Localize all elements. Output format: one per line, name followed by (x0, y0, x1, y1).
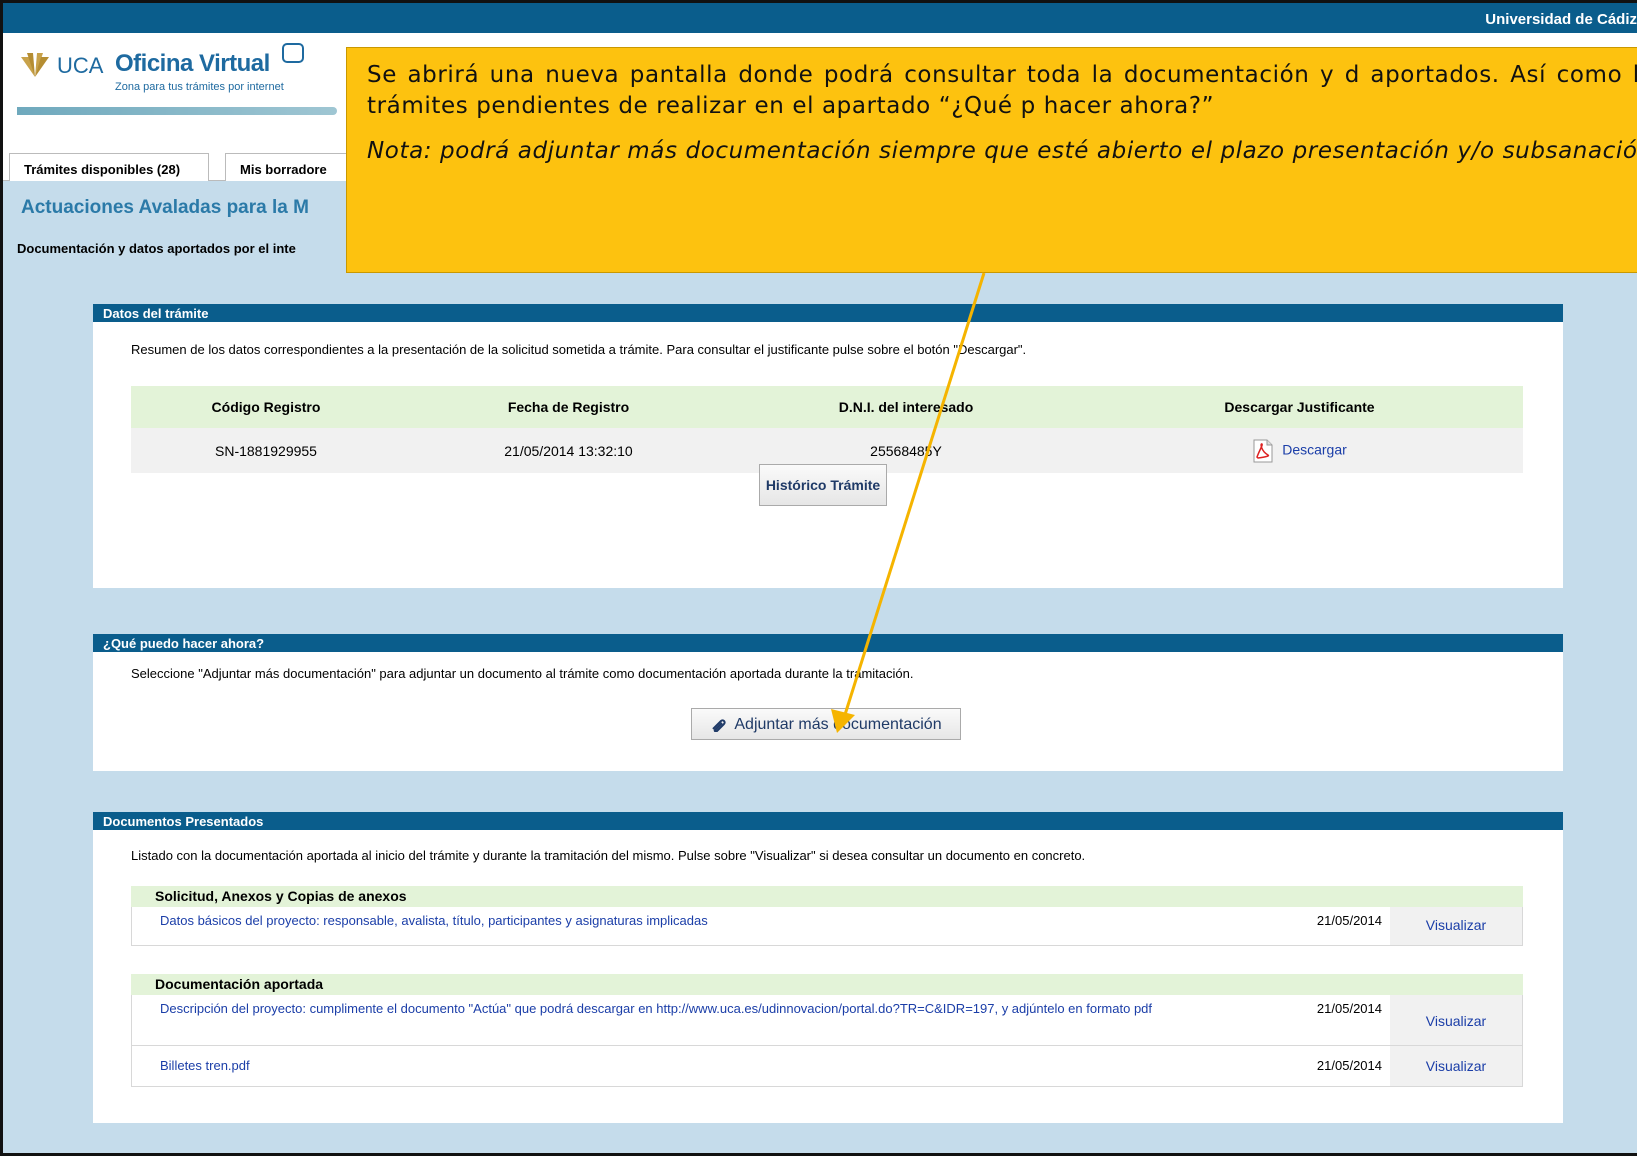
datos-tramite-panel: Datos del trámite Resumen de los datos c… (93, 304, 1563, 588)
descargar-link[interactable]: Descargar (1282, 441, 1347, 457)
doc-date: 21/05/2014 (1316, 1001, 1382, 1016)
chat-bubble-icon (282, 43, 304, 63)
logo-swoosh (17, 107, 337, 115)
visualizar-link[interactable]: Visualizar (1390, 995, 1522, 1045)
callout-text: Se abrirá una nueva pantalla donde podrá… (367, 62, 1637, 119)
doc-date: 21/05/2014 (1316, 913, 1382, 928)
que-hacer-panel: ¿Qué puedo hacer ahora? Seleccione "Adju… (93, 634, 1563, 771)
tutorial-callout: Se abrirá una nueva pantalla donde podrá… (346, 47, 1637, 273)
page-subtitle: Documentación y datos aportados por el i… (17, 241, 296, 256)
doc-name-link[interactable]: Billetes tren.pdf (132, 1046, 1232, 1079)
doc-name-link[interactable]: Descripción del proyecto: cumplimente el… (132, 995, 1232, 1022)
col-descargar: Descargar Justificante (1076, 386, 1523, 428)
page-title: Actuaciones Avaladas para la M (21, 197, 309, 218)
logo-uca-text: UCA (57, 53, 104, 78)
cell-descargar: Descargar (1076, 428, 1523, 473)
top-bar: Universidad de Cádiz (3, 3, 1637, 33)
university-name[interactable]: Universidad de Cádiz (1485, 11, 1637, 28)
documentos-header: Documentos Presentados (93, 812, 1563, 830)
callout-note: Nota: podrá adjuntar más documentación s… (367, 138, 1637, 164)
doc-group-aportada: Documentación aportada Descripción del p… (131, 974, 1523, 1087)
doc-group-solicitud: Solicitud, Anexos y Copias de anexos Dat… (131, 886, 1523, 946)
paperclip-icon (712, 719, 727, 732)
tab-tramites-disponibles[interactable]: Trámites disponibles (28) (9, 153, 209, 181)
registro-header-row: Código Registro Fecha de Registro D.N.I.… (131, 386, 1523, 428)
main-content: Actuaciones Avaladas para la M Documenta… (3, 181, 1637, 1153)
documentos-description: Listado con la documentación aportada al… (131, 848, 1086, 863)
logo-brand-name: Oficina Virtual (115, 50, 270, 77)
cell-fecha: 21/05/2014 13:32:10 (401, 428, 736, 473)
adjuntar-documentacion-button[interactable]: Adjuntar más documentación (691, 708, 961, 740)
screen-frame: Universidad de Cádiz UCA Oficina Virtual… (0, 0, 1637, 1156)
visualizar-link[interactable]: Visualizar (1390, 1046, 1522, 1086)
datos-tramite-header: Datos del trámite (93, 304, 1563, 322)
doc-name-link[interactable]: Datos básicos del proyecto: responsable,… (132, 907, 1232, 934)
datos-tramite-description: Resumen de los datos correspondientes a … (131, 342, 1027, 357)
que-hacer-header: ¿Qué puedo hacer ahora? (93, 634, 1563, 652)
doc-group-title: Documentación aportada (131, 974, 1523, 995)
adjuntar-label: Adjuntar más documentación (734, 716, 942, 733)
historico-tramite-button[interactable]: Histórico Trámite (759, 464, 887, 506)
uca-logo[interactable]: UCA Oficina Virtual Zona para tus trámit… (17, 43, 347, 115)
list-item: Descripción del proyecto: cumplimente el… (131, 995, 1523, 1046)
cell-codigo: SN-1881929955 (131, 428, 401, 473)
logo-tagline: Zona para tus trámites por internet (115, 81, 284, 93)
pdf-icon[interactable] (1252, 439, 1274, 463)
list-item: Datos básicos del proyecto: responsable,… (131, 907, 1523, 946)
visualizar-link[interactable]: Visualizar (1390, 907, 1522, 945)
col-dni: D.N.I. del interesado (736, 386, 1076, 428)
col-fecha-registro: Fecha de Registro (401, 386, 736, 428)
documentos-panel: Documentos Presentados Listado con la do… (93, 812, 1563, 1123)
doc-group-title: Solicitud, Anexos y Copias de anexos (131, 886, 1523, 907)
doc-date: 21/05/2014 (1316, 1058, 1382, 1073)
uca-emblem-icon (21, 53, 49, 77)
col-codigo-registro: Código Registro (131, 386, 401, 428)
que-hacer-description: Seleccione "Adjuntar más documentación" … (131, 666, 914, 681)
list-item: Billetes tren.pdf 21/05/2014 Visualizar (131, 1046, 1523, 1087)
registro-table: Código Registro Fecha de Registro D.N.I.… (131, 386, 1523, 473)
